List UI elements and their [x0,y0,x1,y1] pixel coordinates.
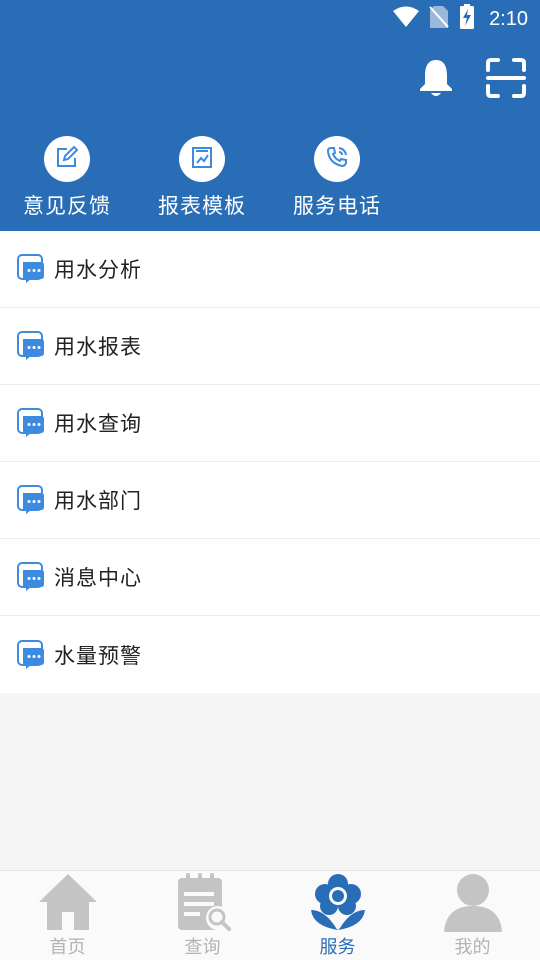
menu-item-water-analysis[interactable]: 用水分析 [0,231,540,308]
service-menu-list: 用水分析 用水报表 用水查询 用水部门 消息中心 水量预警 [0,231,540,693]
wifi-icon [393,6,420,32]
phone-icon [325,145,349,173]
query-icon [172,872,234,936]
menu-item-label: 用水部门 [54,489,142,513]
bell-icon [418,58,454,102]
edit-icon [55,145,79,173]
quick-action-circle [314,136,360,182]
menu-item-label: 用水查询 [54,412,142,436]
tab-query[interactable]: 查询 [135,871,270,960]
chat-icon [16,407,46,439]
tab-label: 我的 [454,937,491,958]
tab-home[interactable]: 首页 [0,871,135,960]
tab-mine[interactable]: 我的 [405,871,540,960]
quick-action-label: 服务电话 [293,194,381,218]
menu-item-water-report[interactable]: 用水报表 [0,308,540,385]
quick-action-label: 报表模板 [158,194,246,218]
status-bar: 2:10 [393,4,528,34]
tab-label: 服务 [319,937,356,958]
quick-action-feedback[interactable]: 意见反馈 [7,136,127,220]
menu-item-label: 用水报表 [54,335,142,359]
status-time: 2:10 [489,7,528,30]
chat-icon [16,484,46,516]
menu-item-label: 用水分析 [54,258,142,282]
header: 2:10 意见反馈 报表模板 服务电话 [0,0,540,231]
menu-item-water-warning[interactable]: 水量预警 [0,616,540,693]
scan-icon [486,58,526,102]
quick-actions: 意见反馈 报表模板 服务电话 [0,136,540,226]
menu-item-label: 消息中心 [54,566,142,590]
notification-button[interactable] [416,58,456,102]
scan-button[interactable] [486,58,526,102]
menu-item-message-center[interactable]: 消息中心 [0,539,540,616]
quick-action-report-template[interactable]: 报表模板 [142,136,262,220]
battery-charging-icon [459,4,475,34]
home-icon [37,872,99,936]
quick-action-circle [179,136,225,182]
chat-icon [16,639,46,671]
chat-icon [16,561,46,593]
menu-item-label: 水量预警 [54,643,142,668]
chat-icon [16,330,46,362]
tab-label: 首页 [49,937,86,958]
quick-action-service-phone[interactable]: 服务电话 [277,136,397,220]
menu-item-water-query[interactable]: 用水查询 [0,385,540,462]
menu-item-water-department[interactable]: 用水部门 [0,462,540,539]
quick-action-label: 意见反馈 [23,194,111,218]
tab-label: 查询 [184,937,221,958]
chat-icon [16,253,46,285]
quick-action-circle [44,136,90,182]
user-icon [442,872,504,936]
flower-icon [307,872,369,936]
no-sim-icon [429,5,449,33]
report-icon [190,145,214,173]
tab-service[interactable]: 服务 [270,871,405,960]
bottom-tab-bar: 首页 查询 服务 我的 [0,870,540,960]
